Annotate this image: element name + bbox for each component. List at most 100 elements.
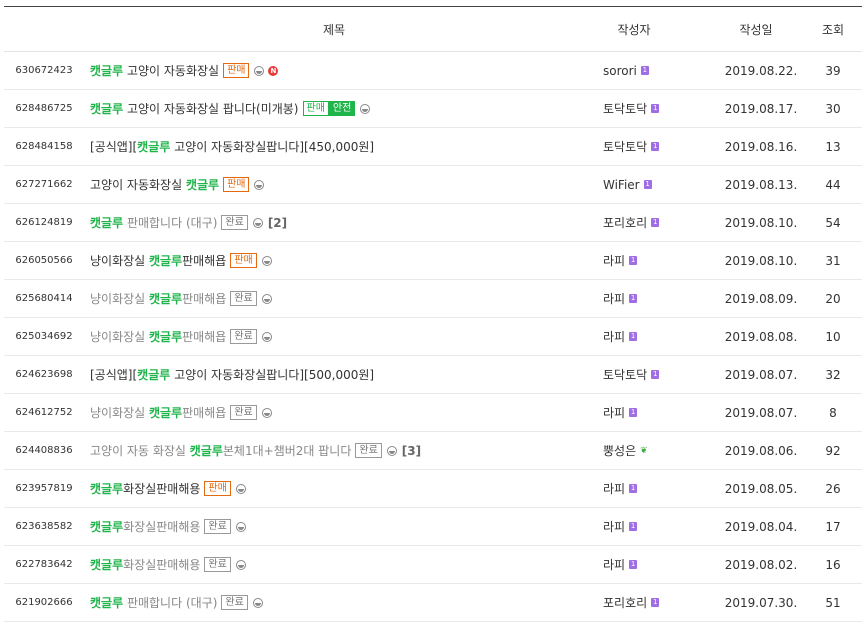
image-attachment-icon bbox=[386, 445, 397, 456]
post-date: 2019.07.30. bbox=[724, 595, 798, 610]
title-cell: 캣글루화장실판매해용 완료 bbox=[90, 546, 590, 583]
title-cell: [공식앱][캣글루 고양이 자동화장실팝니다][500,000원] bbox=[90, 356, 590, 393]
title-segment: 고양이 자동화장실팝니다][500,000원] bbox=[170, 368, 375, 382]
table-row: 622783642 캣글루화장실판매해용 완료 라피 1 2019.08.02. 16 bbox=[4, 546, 862, 584]
member-level-icon: 1 bbox=[629, 408, 638, 417]
author-name[interactable]: 라피 bbox=[603, 480, 625, 497]
author-name[interactable]: 라피 bbox=[603, 290, 625, 307]
title-cell: 캣글루 고양이 자동화장실 팝니다(미개봉) 판매 안전 bbox=[90, 90, 590, 127]
image-attachment-icon bbox=[252, 597, 263, 608]
author-cell: WiFier 1 bbox=[603, 166, 713, 203]
article-number: 621902666 bbox=[15, 597, 73, 608]
article-title-link[interactable]: 캣글루 판매합니다 (대구) bbox=[90, 594, 217, 611]
author-name[interactable]: 토닥토닥 bbox=[603, 100, 647, 117]
author-name[interactable]: WiFier bbox=[603, 178, 640, 192]
author-cell: 토닥토닥 1 bbox=[603, 90, 713, 127]
article-title-link[interactable]: 캣글루화장실판매해용 bbox=[90, 480, 200, 497]
author-cell: 라피 1 bbox=[603, 508, 713, 545]
author-name[interactable]: sorori bbox=[603, 64, 637, 78]
member-level-icon: 1 bbox=[629, 332, 638, 341]
table-row: 626124819 캣글루 판매합니다 (대구) 완료 [2] 포리호리 1 2019.08… bbox=[4, 204, 862, 242]
title-cell: 캣글루 고양이 자동화장실 판매 N bbox=[90, 52, 590, 89]
article-list: 630672423 캣글루 고양이 자동화장실 판매 Nsorori 1 2019.08.… bbox=[4, 52, 862, 622]
article-title-link[interactable]: 캣글루화장실판매해용 bbox=[90, 556, 200, 573]
member-level-icon: 1 bbox=[651, 142, 660, 151]
article-title-link[interactable]: 냥이화장실 캣글루판매해욥 bbox=[90, 290, 226, 307]
table-row: 628486725 캣글루 고양이 자동화장실 팝니다(미개봉) 판매 안전 토닥토닥 1… bbox=[4, 90, 862, 128]
table-row: 623638582 캣글루화장실판매해용 완료 라피 1 2019.08.04. 17 bbox=[4, 508, 862, 546]
author-cell: 라피 1 bbox=[603, 280, 713, 317]
article-title-link[interactable]: 캣글루 고양이 자동화장실 bbox=[90, 62, 219, 79]
member-level-icon: 1 bbox=[651, 104, 660, 113]
safe-trade-badge: 안전 bbox=[328, 101, 356, 116]
author-name[interactable]: 포리호리 bbox=[603, 594, 647, 611]
author-name[interactable]: 라피 bbox=[603, 518, 625, 535]
author-cell: 라피 1 bbox=[603, 242, 713, 279]
article-title-link[interactable]: [공식앱][캣글루 고양이 자동화장실팝니다][450,000원] bbox=[90, 138, 374, 155]
title-cell: 캣글루화장실판매해용 판매 bbox=[90, 470, 590, 507]
article-title-link[interactable]: 냥이화장실 캣글루판매해욥 bbox=[90, 328, 226, 345]
author-name[interactable]: 포리호리 bbox=[603, 214, 647, 231]
post-date: 2019.08.05. bbox=[724, 481, 798, 496]
title-segment: 고양이 자동화장실 bbox=[123, 64, 220, 78]
view-count: 51 bbox=[825, 595, 841, 610]
article-number: 624408836 bbox=[15, 445, 73, 456]
article-title-link[interactable]: 캣글루 고양이 자동화장실 팝니다(미개봉) bbox=[90, 100, 299, 117]
article-board: 제목 작성자 작성일 조회 630672423 캣글루 고양이 자동화장실 판매 Ns… bbox=[4, 6, 862, 622]
article-title-link[interactable]: 냥이화장실 캣글루판매해욥 bbox=[90, 404, 226, 421]
title-cell: 냥이화장실 캣글루판매해욥 판매 bbox=[90, 242, 590, 279]
author-cell: 포리호리 1 bbox=[603, 584, 713, 621]
author-name[interactable]: 뿡성은 bbox=[603, 442, 636, 459]
post-date: 2019.08.17. bbox=[724, 101, 798, 116]
title-cell: 캣글루 판매합니다 (대구) 완료 bbox=[90, 584, 590, 621]
title-segment: 본체1대+챔버2대 팝니다 bbox=[222, 444, 352, 458]
table-row: 627271662 고양이 자동화장실 캣글루 판매 WiFier 1 2019.08.1… bbox=[4, 166, 862, 204]
keyword-highlight: 캣글루 bbox=[149, 254, 183, 268]
article-title-link[interactable]: 캣글루화장실판매해용 bbox=[90, 518, 200, 535]
author-name[interactable]: 라피 bbox=[603, 404, 625, 421]
article-title-link[interactable]: 고양이 자동 화장실 캣글루본체1대+챔버2대 팝니다 bbox=[90, 442, 351, 459]
title-segment: 판매해욥 bbox=[182, 406, 227, 420]
member-level-icon: 1 bbox=[629, 522, 638, 531]
view-count: 39 bbox=[825, 63, 841, 78]
author-name[interactable]: 라피 bbox=[603, 252, 625, 269]
post-date: 2019.08.07. bbox=[724, 405, 798, 420]
title-segment: 화장실판매해용 bbox=[123, 482, 201, 496]
article-title-link[interactable]: 냥이화장실 캣글루판매해욥 bbox=[90, 252, 226, 269]
post-date: 2019.08.10. bbox=[724, 215, 798, 230]
image-attachment-icon bbox=[254, 179, 265, 190]
article-number: 627271662 bbox=[15, 179, 73, 190]
image-attachment-icon bbox=[261, 255, 272, 266]
article-number: 628484158 bbox=[15, 141, 73, 152]
sold-out-badge: 완료 bbox=[221, 215, 248, 230]
post-date: 2019.08.09. bbox=[724, 291, 798, 306]
article-number: 623957819 bbox=[15, 483, 73, 494]
title-segment: 냥이화장실 bbox=[90, 330, 150, 344]
comment-count[interactable]: [2] bbox=[268, 216, 287, 230]
title-segment: 냥이화장실 bbox=[90, 406, 150, 420]
article-title-link[interactable]: [공식앱][캣글루 고양이 자동화장실팝니다][500,000원] bbox=[90, 366, 374, 383]
keyword-highlight: 캣글루 bbox=[90, 216, 124, 230]
author-name[interactable]: 토닥토닥 bbox=[603, 138, 647, 155]
author-name[interactable]: 라피 bbox=[603, 556, 625, 573]
sold-out-badge: 완료 bbox=[221, 595, 248, 610]
author-cell: 라피 1 bbox=[603, 318, 713, 355]
post-date: 2019.08.06. bbox=[724, 443, 798, 458]
view-count: 17 bbox=[825, 519, 841, 534]
table-row: 624623698 [공식앱][캣글루 고양이 자동화장실팝니다][500,000… bbox=[4, 356, 862, 394]
article-title-link[interactable]: 고양이 자동화장실 캣글루 bbox=[90, 176, 219, 193]
board-header: 제목 작성자 작성일 조회 bbox=[4, 7, 862, 52]
comment-count[interactable]: [3] bbox=[402, 444, 421, 458]
view-count: 30 bbox=[825, 101, 841, 116]
author-cell: 라피 1 bbox=[603, 470, 713, 507]
author-name[interactable]: 라피 bbox=[603, 328, 625, 345]
author-name[interactable]: 토닥토닥 bbox=[603, 366, 647, 383]
article-title-link[interactable]: 캣글루 판매합니다 (대구) bbox=[90, 214, 217, 231]
table-row: 621902666 캣글루 판매합니다 (대구) 완료 포리호리 1 2019.07.30… bbox=[4, 584, 862, 622]
keyword-highlight: 캣글루 bbox=[90, 558, 124, 572]
keyword-highlight: 캣글루 bbox=[149, 406, 183, 420]
title-segment: 고양이 자동 화장실 bbox=[90, 444, 190, 458]
view-count: 92 bbox=[825, 443, 841, 458]
image-attachment-icon bbox=[254, 65, 265, 76]
image-attachment-icon bbox=[261, 331, 272, 342]
